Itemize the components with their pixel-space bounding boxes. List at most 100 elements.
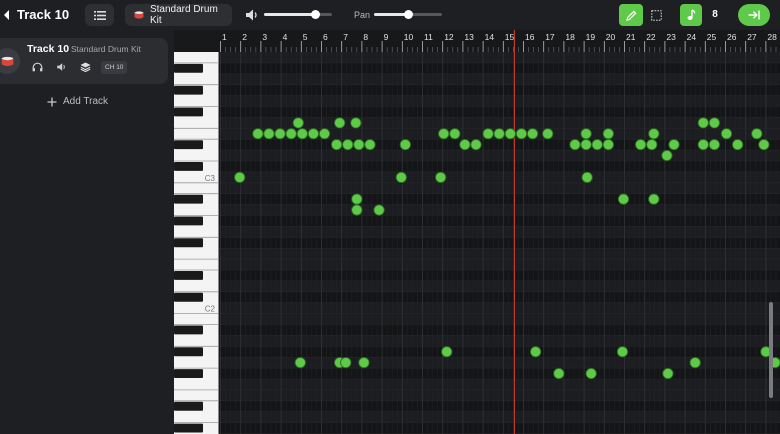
pan-slider-thumb[interactable]	[404, 10, 413, 19]
note-block[interactable]	[708, 117, 721, 129]
note-block[interactable]	[470, 139, 482, 151]
note-block[interactable]	[668, 139, 680, 151]
note-block[interactable]	[294, 356, 306, 369]
pan-slider[interactable]	[374, 10, 442, 19]
note-block[interactable]	[526, 128, 539, 140]
note-block[interactable]	[661, 149, 673, 162]
note-block[interactable]	[720, 128, 733, 140]
note-block[interactable]	[731, 139, 744, 151]
note-block[interactable]	[331, 139, 343, 151]
grid-row[interactable]	[219, 259, 780, 270]
note-block[interactable]	[395, 171, 407, 184]
grid-row[interactable]	[219, 400, 780, 412]
grid-row[interactable]	[219, 346, 780, 358]
note-block[interactable]	[542, 128, 554, 140]
grid-row[interactable]	[219, 106, 780, 118]
note-block[interactable]	[459, 139, 471, 151]
black-key[interactable]	[174, 325, 203, 335]
note-block[interactable]	[581, 171, 593, 184]
note-block[interactable]	[580, 139, 592, 151]
grid-row[interactable]	[219, 248, 780, 260]
note-block[interactable]	[697, 139, 709, 151]
note-block[interactable]	[646, 139, 658, 151]
draw-tool-button[interactable]	[619, 4, 643, 26]
grid-row[interactable]	[219, 270, 780, 281]
note-block[interactable]	[373, 204, 385, 216]
black-key[interactable]	[174, 140, 203, 150]
note-block[interactable]	[616, 346, 629, 358]
note-block[interactable]	[334, 117, 346, 129]
note-length-button[interactable]	[680, 4, 702, 26]
note-block[interactable]	[635, 139, 647, 151]
note-block[interactable]	[569, 139, 581, 151]
black-key[interactable]	[174, 292, 203, 302]
grid-row[interactable]	[219, 226, 780, 238]
note-block[interactable]	[441, 346, 453, 358]
track-card[interactable]: Track 10 Standard Drum Kit CH 10	[0, 38, 168, 84]
black-key[interactable]	[174, 85, 203, 95]
timeline-ruler[interactable]: 1 2 3 4 5 6 7 8 9 10 11 12 13 14 15 16 17 18 19 20 21 22 23 24 2…	[219, 30, 780, 52]
note-block[interactable]	[263, 128, 275, 140]
note-block[interactable]	[340, 356, 352, 369]
grid-row[interactable]	[219, 182, 780, 194]
black-key[interactable]	[174, 401, 203, 411]
note-block[interactable]	[292, 117, 304, 129]
note-block[interactable]	[648, 193, 660, 205]
black-key[interactable]	[174, 194, 203, 204]
note-block[interactable]	[399, 139, 411, 151]
note-block[interactable]	[285, 128, 297, 140]
piano-keyboard[interactable]: C3C2C1	[174, 52, 219, 434]
note-block[interactable]	[307, 128, 320, 140]
grid-row[interactable]	[219, 62, 780, 74]
note-block[interactable]	[553, 367, 565, 380]
note-block[interactable]	[493, 128, 505, 140]
track-list-button[interactable]	[85, 4, 114, 26]
grid-row[interactable]	[219, 335, 780, 347]
grid-row[interactable]	[219, 95, 780, 107]
note-block[interactable]	[585, 367, 597, 380]
volume-slider[interactable]	[264, 10, 332, 19]
grid-row[interactable]	[219, 215, 780, 227]
black-key[interactable]	[174, 347, 203, 357]
back-button[interactable]	[0, 6, 12, 24]
note-block[interactable]	[689, 356, 701, 369]
note-block[interactable]	[617, 193, 630, 205]
grid-row[interactable]	[219, 150, 780, 161]
note-block[interactable]	[364, 139, 376, 151]
note-block[interactable]	[602, 128, 614, 140]
note-block[interactable]	[708, 139, 721, 151]
note-block[interactable]	[449, 128, 461, 140]
solo-button[interactable]	[31, 61, 43, 73]
layers-button[interactable]	[79, 61, 91, 73]
grid-row[interactable]	[219, 280, 780, 292]
volume-slider-thumb[interactable]	[311, 10, 320, 19]
grid-row[interactable]	[219, 422, 780, 434]
note-block[interactable]	[602, 139, 614, 151]
grid-row[interactable]	[219, 389, 780, 401]
note-block[interactable]	[353, 139, 365, 151]
note-block[interactable]	[351, 204, 363, 216]
note-block[interactable]	[358, 356, 370, 369]
grid-row[interactable]	[219, 302, 780, 314]
note-block[interactable]	[758, 139, 770, 151]
grid-row[interactable]	[219, 237, 780, 249]
grid-row[interactable]	[219, 161, 780, 172]
black-key[interactable]	[174, 107, 203, 117]
note-block[interactable]	[662, 367, 674, 380]
mute-button[interactable]	[55, 61, 67, 73]
grid-row[interactable]	[219, 171, 780, 183]
note-block[interactable]	[504, 128, 517, 140]
note-block[interactable]	[515, 128, 528, 140]
grid-row[interactable]	[219, 324, 780, 336]
note-grid[interactable]	[219, 52, 780, 434]
jump-to-end-button[interactable]	[738, 4, 770, 26]
note-block[interactable]	[252, 128, 264, 140]
note-block[interactable]	[435, 171, 447, 184]
grid-row[interactable]	[219, 411, 780, 423]
black-key[interactable]	[174, 216, 203, 226]
note-block[interactable]	[529, 346, 542, 358]
grid-row[interactable]	[219, 368, 780, 379]
note-block[interactable]	[234, 171, 246, 184]
note-block[interactable]	[751, 128, 763, 140]
grid-row[interactable]	[219, 204, 780, 216]
